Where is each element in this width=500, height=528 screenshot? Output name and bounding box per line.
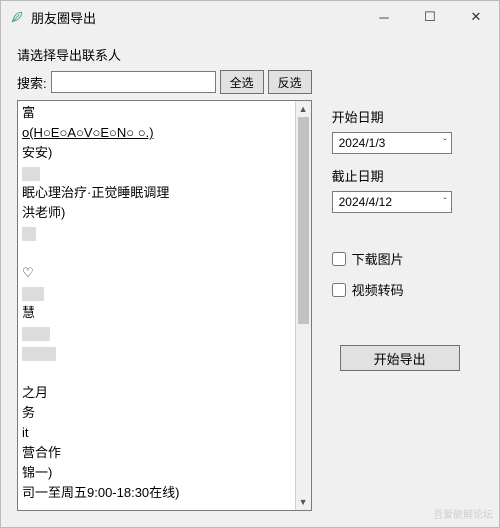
video-transcode-checkbox[interactable] [332, 283, 346, 297]
chevron-down-icon: ˇ [443, 197, 446, 208]
close-button[interactable]: ✕ [453, 1, 499, 33]
select-all-button[interactable]: 全选 [220, 70, 264, 94]
start-date-value: 2024/1/3 [339, 136, 386, 150]
maximize-button[interactable]: ☐ [407, 1, 453, 33]
scroll-up-button[interactable]: ▲ [296, 101, 311, 117]
list-item[interactable]: o(H○E○A○V○E○N○ ○.) [22, 123, 291, 143]
list-item[interactable]: 眠心理治疗·正觉睡眠调理 [22, 183, 291, 203]
end-date-value: 2024/4/12 [339, 195, 392, 209]
invert-select-button[interactable]: 反选 [268, 70, 312, 94]
contacts-panel: 请选择导出联系人 搜索: 全选 反选 富o(H○E○A○V○E○N○ ○.)安安… [17, 45, 312, 511]
list-item[interactable]: ♡ [22, 263, 291, 283]
list-item[interactable]: 之月 [22, 383, 291, 403]
download-image-row[interactable]: 下载图片 [332, 249, 483, 268]
search-row: 搜索: 全选 反选 [17, 70, 312, 94]
titlebar: 朋友圈导出 ─ ☐ ✕ [1, 1, 499, 33]
app-window: 朋友圈导出 ─ ☐ ✕ 请选择导出联系人 搜索: 全选 反选 富o(H○E○A○… [0, 0, 500, 528]
chevron-down-icon: ˇ [443, 138, 446, 149]
list-item[interactable] [22, 283, 291, 303]
list-item[interactable]: it [22, 423, 291, 443]
video-transcode-row[interactable]: 视频转码 [332, 280, 483, 299]
scroll-thumb[interactable] [298, 117, 309, 324]
options-panel: 开始日期 2024/1/3 ˇ 截止日期 2024/4/12 ˇ 下载图片 视频… [332, 45, 483, 511]
window-title: 朋友圈导出 [31, 8, 96, 27]
search-input[interactable] [51, 71, 216, 93]
contacts-list-wrap: 富o(H○E○A○V○E○N○ ○.)安安) 眠心理治疗·正觉睡眠调理洪老师) ♡ 慧… [17, 100, 312, 511]
list-item[interactable] [22, 343, 291, 363]
start-date-label: 开始日期 [332, 107, 483, 126]
list-item[interactable]: 务 [22, 403, 291, 423]
list-item[interactable]: 安安) [22, 143, 291, 163]
contacts-listbox[interactable]: 富o(H○E○A○V○E○N○ ○.)安安) 眠心理治疗·正觉睡眠调理洪老师) ♡ 慧… [18, 101, 295, 510]
download-image-label: 下载图片 [352, 249, 404, 268]
scroll-track[interactable] [296, 117, 311, 494]
list-item[interactable]: 锦一) [22, 463, 291, 483]
list-item[interactable]: 司一至周五9:00-18:30在线) [22, 483, 291, 503]
list-item[interactable] [22, 163, 291, 183]
download-image-checkbox[interactable] [332, 252, 346, 266]
list-item[interactable]: 慧 [22, 303, 291, 323]
contacts-group-label: 请选择导出联系人 [17, 45, 312, 64]
watermark-text: 吾爱破解论坛 [433, 506, 493, 521]
list-item[interactable] [22, 363, 291, 383]
feather-icon [9, 9, 25, 25]
list-item[interactable]: 洪老师) [22, 203, 291, 223]
search-label: 搜索: [17, 73, 47, 92]
list-item[interactable]: 营合作 [22, 443, 291, 463]
list-item[interactable] [22, 243, 291, 263]
export-button[interactable]: 开始导出 [340, 345, 460, 371]
list-item[interactable] [22, 323, 291, 343]
end-date-label: 截止日期 [332, 166, 483, 185]
start-date-combo[interactable]: 2024/1/3 ˇ [332, 132, 452, 154]
video-transcode-label: 视频转码 [352, 280, 404, 299]
minimize-button[interactable]: ─ [361, 1, 407, 33]
list-item[interactable]: 富 [22, 103, 291, 123]
content-area: 请选择导出联系人 搜索: 全选 反选 富o(H○E○A○V○E○N○ ○.)安安… [1, 33, 499, 527]
end-date-combo[interactable]: 2024/4/12 ˇ [332, 191, 452, 213]
list-item[interactable] [22, 223, 291, 243]
contacts-scrollbar[interactable]: ▲ ▼ [295, 101, 311, 510]
scroll-down-button[interactable]: ▼ [296, 494, 311, 510]
